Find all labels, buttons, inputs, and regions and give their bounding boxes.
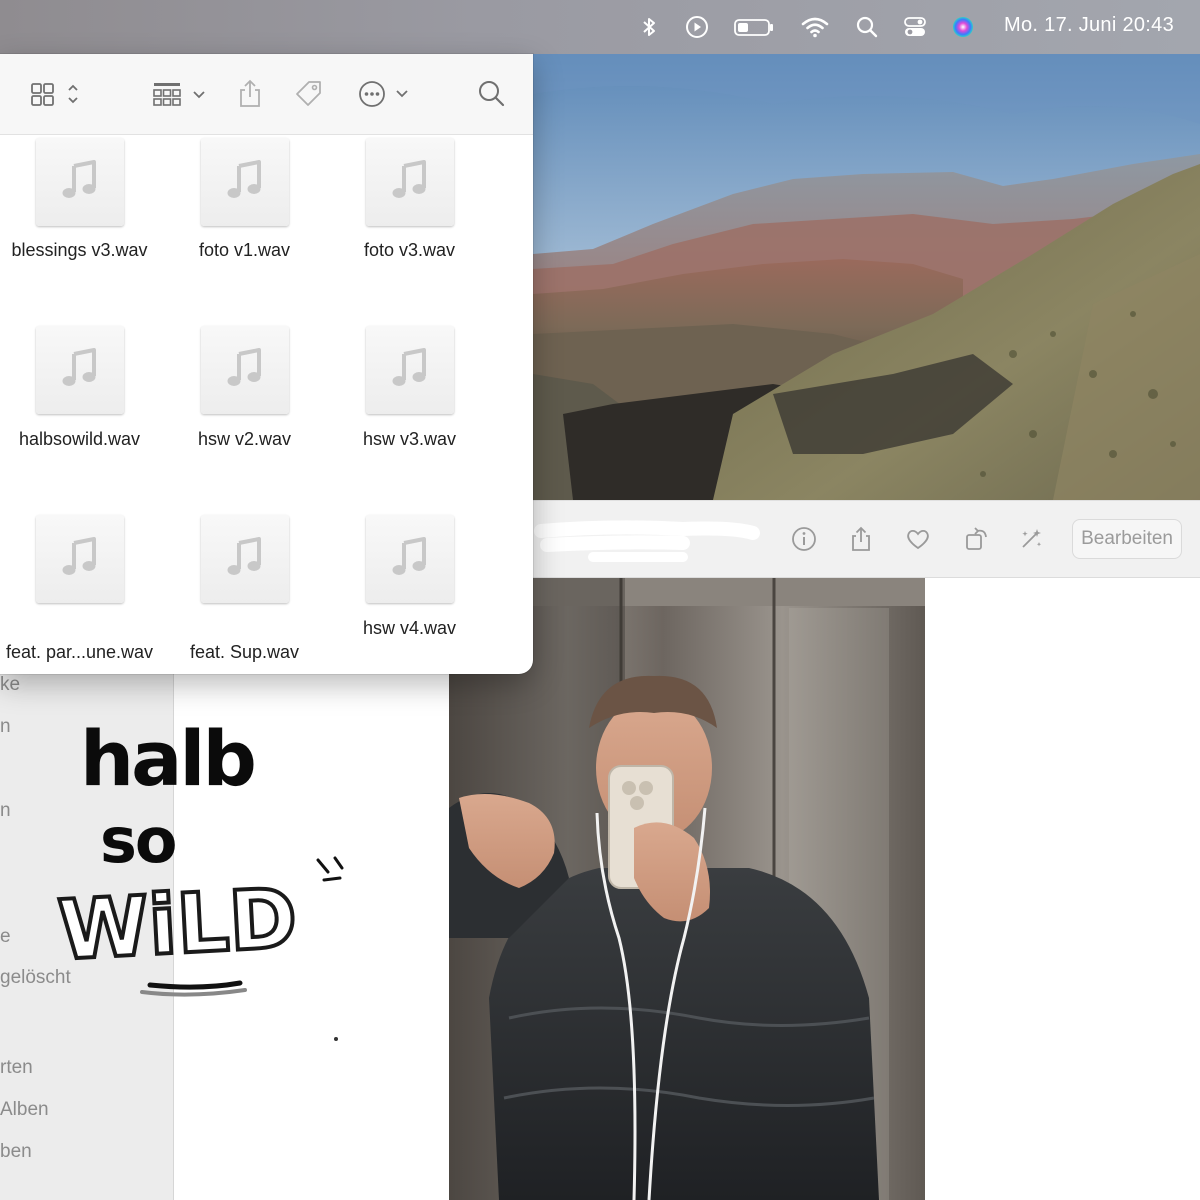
share-icon[interactable] — [234, 78, 266, 110]
battery-icon[interactable] — [734, 14, 774, 40]
audio-file-icon[interactable] — [201, 515, 289, 603]
control-center-icon[interactable] — [902, 14, 928, 40]
search-icon[interactable] — [476, 78, 508, 110]
audio-file-icon[interactable] — [36, 515, 124, 603]
more-icon[interactable] — [356, 78, 416, 110]
heart-icon[interactable] — [904, 525, 932, 553]
sidebar-item[interactable]: e — [0, 926, 11, 948]
redaction-scribble — [534, 520, 760, 562]
sidebar-item[interactable]: n — [0, 716, 11, 738]
info-icon[interactable] — [790, 525, 818, 553]
rotate-icon[interactable] — [963, 525, 991, 553]
landscape-photo — [533, 54, 1200, 500]
group-icon[interactable] — [150, 78, 210, 110]
audio-file-icon[interactable] — [36, 138, 124, 226]
artwork-line-halb: halb — [80, 714, 254, 803]
sidebar-item[interactable]: rten — [0, 1057, 33, 1079]
file-name[interactable]: foto v3.wav — [327, 240, 492, 261]
file-name[interactable]: feat. par...une.wav — [0, 642, 162, 663]
photos-toolbar: Bearbeiten — [533, 500, 1200, 578]
share-icon[interactable] — [847, 525, 875, 553]
file-name[interactable]: hsw v4.wav — [327, 618, 492, 639]
sidebar-item[interactable]: ben — [0, 1141, 32, 1163]
audio-file-icon[interactable] — [366, 515, 454, 603]
grid-view-icon[interactable] — [28, 78, 84, 110]
bluetooth-icon[interactable] — [636, 14, 662, 40]
file-name[interactable]: foto v1.wav — [162, 240, 327, 261]
audio-file-icon[interactable] — [201, 138, 289, 226]
play-icon[interactable] — [684, 14, 710, 40]
file-name[interactable]: hsw v2.wav — [162, 429, 327, 450]
file-name[interactable]: feat. Sup.wav — [162, 642, 327, 663]
finder-window: blessings v3.wav foto v1.wav foto v3.wav ha… — [0, 54, 533, 674]
halb-so-wild-artwork: halb so WiLD — [54, 714, 344, 997]
search-icon[interactable] — [854, 14, 880, 40]
menu-bar: Mo. 17. Juni 20:43 — [0, 0, 1200, 54]
finder-toolbar — [0, 54, 533, 135]
sidebar-item[interactable]: ke — [0, 674, 20, 696]
file-name[interactable]: hsw v3.wav — [327, 429, 492, 450]
artwork-line-so: so — [100, 804, 176, 877]
audio-file-icon[interactable] — [36, 326, 124, 414]
wifi-icon[interactable] — [800, 14, 830, 40]
siri-icon[interactable] — [950, 14, 976, 40]
file-name[interactable]: halbsowild.wav — [0, 429, 162, 450]
audio-file-icon[interactable] — [366, 326, 454, 414]
menu-bar-clock[interactable]: Mo. 17. Juni 20:43 — [1004, 14, 1174, 37]
sidebar-item-albums[interactable]: Alben — [0, 1099, 49, 1121]
edit-button[interactable]: Bearbeiten — [1072, 519, 1182, 559]
audio-file-icon[interactable] — [366, 138, 454, 226]
tag-icon[interactable] — [293, 78, 325, 110]
sidebar-item[interactable]: n — [0, 800, 11, 822]
decorative-dot — [334, 1037, 338, 1041]
artwork-line-wild: WiLD — [56, 871, 300, 978]
magic-enhance-icon[interactable] — [1017, 525, 1045, 553]
file-name[interactable]: blessings v3.wav — [0, 240, 162, 261]
wild-scribble: WiLD — [54, 856, 344, 997]
audio-file-icon[interactable] — [201, 326, 289, 414]
